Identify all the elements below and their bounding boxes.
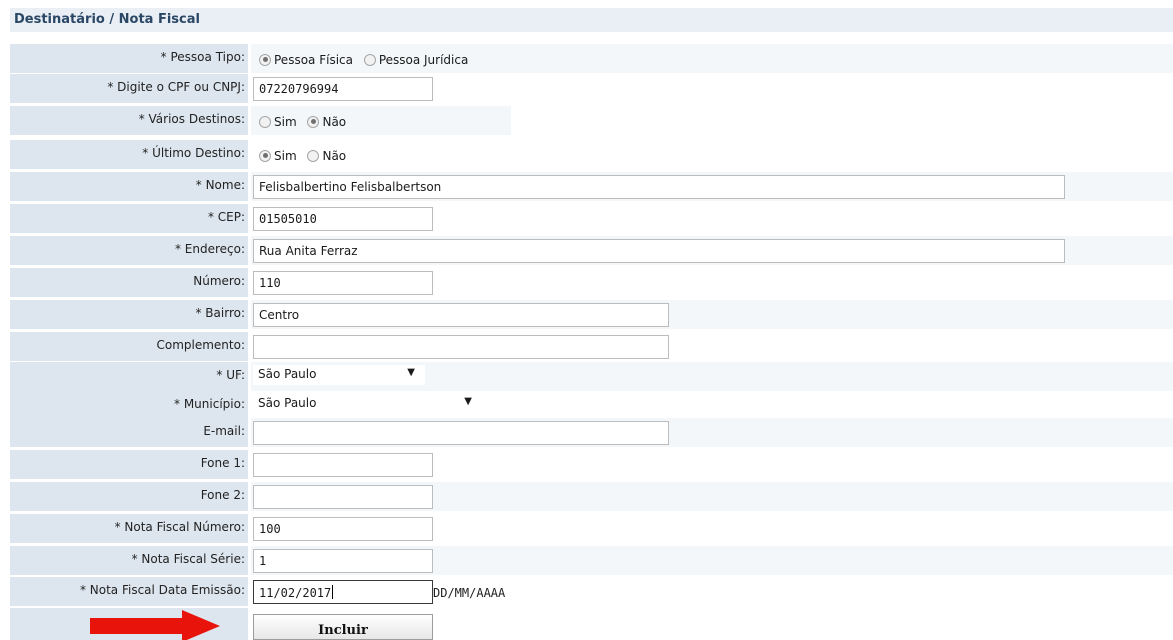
- municipio-dropdown-arrow-icon[interactable]: ▼: [464, 396, 472, 407]
- municipio-select-value: São Paulo: [258, 396, 317, 410]
- nome-input[interactable]: Felisbalbertino Felisbalbertson: [253, 175, 1065, 199]
- uf-select[interactable]: São Paulo ▼: [253, 365, 425, 385]
- pessoa-tipo-radio-group: Pessoa Física Pessoa Jurídica: [255, 52, 471, 67]
- nome-label: * Nome:: [10, 172, 248, 201]
- varios-destinos-cell: Sim Não: [251, 106, 511, 135]
- pessoa-tipo-cell: Pessoa Física Pessoa Jurídica: [251, 44, 1173, 73]
- nf-data-label: * Nota Fiscal Data Emissão:: [10, 577, 248, 606]
- section-title: Destinatário / Nota Fiscal: [10, 8, 1173, 32]
- pessoa-juridica-option-label: Pessoa Jurídica: [378, 52, 469, 67]
- uf-select-value: São Paulo: [258, 367, 317, 381]
- email-input[interactable]: [253, 421, 669, 445]
- email-label: E-mail:: [10, 418, 248, 447]
- nf-data-cell: 11/02/2017 DD/MM/AAAA: [251, 577, 1173, 606]
- numero-input[interactable]: 110: [253, 271, 433, 295]
- municipio-select[interactable]: São Paulo ▼: [253, 394, 482, 414]
- nome-cell: Felisbalbertino Felisbalbertson: [251, 172, 1173, 201]
- ultimo-destino-nao-radio[interactable]: [307, 149, 320, 162]
- nf-data-format-hint: DD/MM/AAAA: [433, 586, 506, 600]
- nf-serie-input[interactable]: 1: [253, 549, 433, 573]
- nf-numero-input[interactable]: 100: [253, 517, 433, 541]
- endereco-label: * Endereço:: [10, 236, 248, 265]
- pessoa-tipo-label: * Pessoa Tipo:: [10, 44, 248, 73]
- uf-label: * UF:: [10, 362, 248, 391]
- pessoa-fisica-radio[interactable]: [259, 53, 271, 66]
- nf-numero-label: * Nota Fiscal Número:: [10, 514, 248, 543]
- endereco-input[interactable]: Rua Anita Ferraz: [253, 239, 1065, 263]
- pessoa-juridica-radio[interactable]: [363, 53, 376, 66]
- cpf-cnpj-cell: 07220796994: [251, 74, 1173, 103]
- nf-data-value: 11/02/2017: [259, 586, 332, 600]
- ultimo-destino-cell: Sim Não: [251, 140, 1173, 169]
- cpf-cnpj-input[interactable]: 07220796994: [253, 77, 433, 101]
- incluir-button[interactable]: Incluir: [253, 614, 433, 640]
- uf-dropdown-arrow-icon[interactable]: ▼: [407, 367, 415, 378]
- fone1-cell: [251, 450, 1173, 479]
- pessoa-fisica-option-label: Pessoa Física: [274, 52, 353, 67]
- varios-destinos-nao-radio[interactable]: [307, 115, 320, 128]
- fone2-label: Fone 2:: [10, 482, 248, 511]
- varios-destinos-sim-radio[interactable]: [259, 115, 271, 128]
- nf-numero-cell: 100: [251, 514, 1173, 543]
- right-arrow-icon: [90, 610, 220, 640]
- nf-serie-label: * Nota Fiscal Série:: [10, 546, 248, 575]
- ultimo-destino-sim-label: Sim: [274, 148, 297, 163]
- cep-cell: 01505010: [251, 204, 1173, 233]
- bairro-label: * Bairro:: [10, 300, 248, 329]
- bairro-input[interactable]: Centro: [253, 303, 669, 327]
- cpf-cnpj-label: * Digite o CPF ou CNPJ:: [10, 74, 248, 103]
- complemento-cell: [251, 332, 1173, 361]
- complemento-label: Complemento:: [10, 332, 248, 361]
- bairro-cell: Centro: [251, 300, 1173, 329]
- nf-data-input[interactable]: 11/02/2017: [253, 580, 433, 604]
- numero-cell: 110: [251, 268, 1173, 297]
- text-cursor: [332, 585, 334, 599]
- complemento-input[interactable]: [253, 335, 669, 359]
- cep-label: * CEP:: [10, 204, 248, 233]
- municipio-cell: São Paulo ▼: [251, 391, 1173, 420]
- cep-input[interactable]: 01505010: [253, 207, 433, 231]
- endereco-cell: Rua Anita Ferraz: [251, 236, 1173, 265]
- ultimo-destino-label: * Último Destino:: [10, 140, 248, 169]
- email-cell: [251, 418, 1173, 447]
- fone2-cell: [251, 482, 1173, 511]
- fone1-label: Fone 1:: [10, 450, 248, 479]
- nf-serie-cell: 1: [251, 546, 1173, 575]
- ultimo-destino-radio-group: Sim Não: [255, 148, 349, 163]
- fone1-input[interactable]: [253, 453, 433, 477]
- varios-destinos-sim-label: Sim: [274, 114, 297, 129]
- numero-label: Número:: [10, 268, 248, 297]
- ultimo-destino-sim-radio[interactable]: [259, 149, 271, 162]
- varios-destinos-radio-group: Sim Não: [255, 114, 349, 129]
- varios-destinos-label: * Vários Destinos:: [10, 106, 248, 135]
- fone2-input[interactable]: [253, 485, 433, 509]
- ultimo-destino-nao-label: Não: [322, 148, 347, 163]
- uf-cell: São Paulo ▼: [251, 362, 1173, 391]
- municipio-label: * Município:: [10, 391, 248, 420]
- varios-destinos-nao-label: Não: [322, 114, 347, 129]
